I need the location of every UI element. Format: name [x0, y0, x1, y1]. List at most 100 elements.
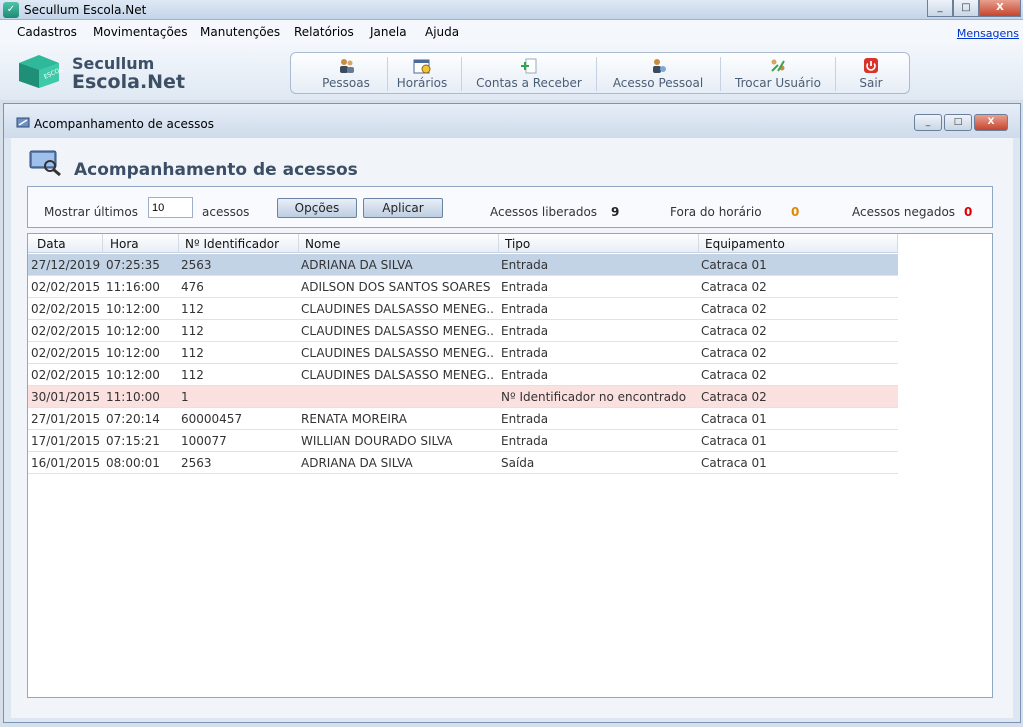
cell-identificador: 2563 [181, 258, 212, 272]
cell-hora: 07:25:35 [106, 258, 160, 272]
cell-identificador: 112 [181, 324, 204, 338]
sair-button[interactable]: Sair [839, 53, 903, 93]
cell-hora: 10:12:00 [106, 302, 160, 316]
trocar-label: Trocar Usuário [735, 76, 821, 90]
cell-data: 27/01/2015 [31, 412, 101, 426]
cell-tipo: Entrada [501, 258, 549, 272]
cell-identificador: 112 [181, 368, 204, 382]
column-divider [102, 234, 103, 253]
cell-equipamento: Catraca 02 [701, 390, 767, 404]
toolbar-separator [720, 57, 721, 91]
contas-receber-button[interactable]: Contas a Receber [463, 53, 595, 93]
child-close-button[interactable]: X [974, 114, 1008, 131]
trocar-usuario-button[interactable]: Trocar Usuário [722, 53, 834, 93]
cell-tipo: Entrada [501, 302, 549, 316]
people-icon [340, 59, 354, 73]
cell-nome: CLAUDINES DALSASSO MENEG... [301, 302, 495, 316]
child-maximize-button[interactable]: □ [944, 114, 972, 131]
column-divider [498, 234, 499, 253]
schedule-icon [413, 59, 431, 74]
table-row[interactable]: 27/01/2015 07:20:14 60000457 RENATA MORE… [28, 408, 898, 430]
close-button[interactable]: X [979, 0, 1021, 17]
cell-hora: 07:20:14 [106, 412, 160, 426]
minimize-button[interactable]: _ [927, 0, 953, 17]
cell-equipamento: Catraca 01 [701, 258, 767, 272]
menu-ajuda[interactable]: Ajuda [425, 25, 459, 39]
table-row[interactable]: 02/02/2015 10:12:00 112 CLAUDINES DALSAS… [28, 298, 898, 320]
pessoas-label: Pessoas [322, 76, 370, 90]
mensagens-link[interactable]: Mensagens [957, 27, 1019, 40]
menu-manutencoes[interactable]: Manutenções [200, 25, 280, 39]
cell-nome: WILLIAN DOURADO SILVA [301, 434, 453, 448]
cell-identificador: 476 [181, 280, 204, 294]
column-header-tipo[interactable]: Tipo [505, 237, 530, 251]
contas-label: Contas a Receber [476, 76, 582, 90]
cell-tipo: Entrada [501, 434, 549, 448]
mostrar-ultimos-input[interactable] [148, 197, 193, 218]
table-row[interactable]: 17/01/2015 07:15:21 100077 WILLIAN DOURA… [28, 430, 898, 452]
column-header-data[interactable]: Data [37, 237, 66, 251]
pessoas-button[interactable]: Pessoas [311, 53, 381, 93]
column-header-hora[interactable]: Hora [110, 237, 139, 251]
cell-equipamento: Catraca 02 [701, 302, 767, 316]
logo-text-escola: Escola.Net [72, 71, 186, 93]
acesso-label: Acesso Pessoal [612, 76, 704, 90]
column-header-nome[interactable]: Nome [305, 237, 340, 251]
cell-equipamento: Catraca 02 [701, 280, 767, 294]
cell-data: 02/02/2015 [31, 346, 101, 360]
aplicar-button[interactable]: Aplicar [363, 198, 443, 218]
mostrar-label: Mostrar últimos [44, 205, 138, 219]
toolbar-separator [387, 57, 388, 91]
content-area: Acompanhamento de acessos Mostrar último… [11, 138, 1013, 718]
maximize-button[interactable]: □ [953, 0, 979, 17]
cell-data: 02/02/2015 [31, 302, 101, 316]
fora-horario-count: 0 [791, 205, 800, 219]
table-row[interactable]: 02/02/2015 10:12:00 112 CLAUDINES DALSAS… [28, 342, 898, 364]
accesses-table: Data Hora Nº Identificador Nome Tipo Equ… [27, 233, 993, 698]
liberados-label: Acessos liberados [490, 205, 598, 219]
menu-relatorios[interactable]: Relatórios [294, 25, 354, 39]
cell-data: 02/02/2015 [31, 324, 101, 338]
cell-tipo: Entrada [501, 346, 549, 360]
cell-hora: 10:12:00 [106, 324, 160, 338]
acesso-pessoal-button[interactable]: Acesso Pessoal [598, 53, 718, 93]
negados-label: Acessos negados [852, 205, 956, 219]
table-row[interactable]: 02/02/2015 10:12:00 112 CLAUDINES DALSAS… [28, 320, 898, 342]
cell-tipo: Entrada [501, 324, 549, 338]
column-divider [178, 234, 179, 253]
cell-equipamento: Catraca 02 [701, 368, 767, 382]
cell-hora: 07:15:21 [106, 434, 160, 448]
liberados-count: 9 [611, 205, 620, 219]
table-row[interactable]: 02/02/2015 11:16:00 476 ADILSON DOS SANT… [28, 276, 898, 298]
switch-user-icon [771, 59, 785, 72]
menu-cadastros[interactable]: Cadastros [17, 25, 77, 39]
column-divider [698, 234, 699, 253]
table-row-error[interactable]: 30/01/2015 11:10:00 1 Nº Identificador n… [28, 386, 898, 408]
horarios-button[interactable]: Horários [389, 53, 455, 93]
menu-movimentacoes[interactable]: Movimentações [93, 25, 187, 39]
cell-equipamento: Catraca 01 [701, 456, 767, 470]
cell-tipo: Entrada [501, 368, 549, 382]
cell-data: 30/01/2015 [31, 390, 101, 404]
column-divider [298, 234, 299, 253]
opcoes-button[interactable]: Opções [277, 198, 357, 218]
menu-janela[interactable]: Janela [370, 25, 407, 39]
acessos-label: acessos [202, 205, 250, 219]
cell-tipo: Entrada [501, 280, 549, 294]
filter-bar: Mostrar últimos acessos Opções Aplicar A… [27, 186, 993, 228]
column-header-equipamento[interactable]: Equipamento [705, 237, 785, 251]
cell-hora: 10:12:00 [106, 346, 160, 360]
column-header-identificador[interactable]: Nº Identificador [185, 237, 279, 251]
table-row[interactable]: 16/01/2015 08:00:01 2563 ADRIANA DA SILV… [28, 452, 898, 474]
cell-identificador: 100077 [181, 434, 227, 448]
cell-equipamento: Catraca 01 [701, 412, 767, 426]
column-divider [897, 234, 898, 253]
cell-nome: ADRIANA DA SILVA [301, 258, 413, 272]
toolbar-separator [835, 57, 836, 91]
child-title-bar[interactable]: Acompanhamento de acessos _ □ X [4, 104, 1020, 138]
table-row[interactable]: 27/12/2019 07:25:35 2563 ADRIANA DA SILV… [28, 254, 898, 276]
horarios-label: Horários [396, 76, 448, 90]
table-row[interactable]: 02/02/2015 10:12:00 112 CLAUDINES DALSAS… [28, 364, 898, 386]
child-minimize-button[interactable]: _ [914, 114, 942, 131]
app-icon: ✓ [3, 2, 19, 18]
